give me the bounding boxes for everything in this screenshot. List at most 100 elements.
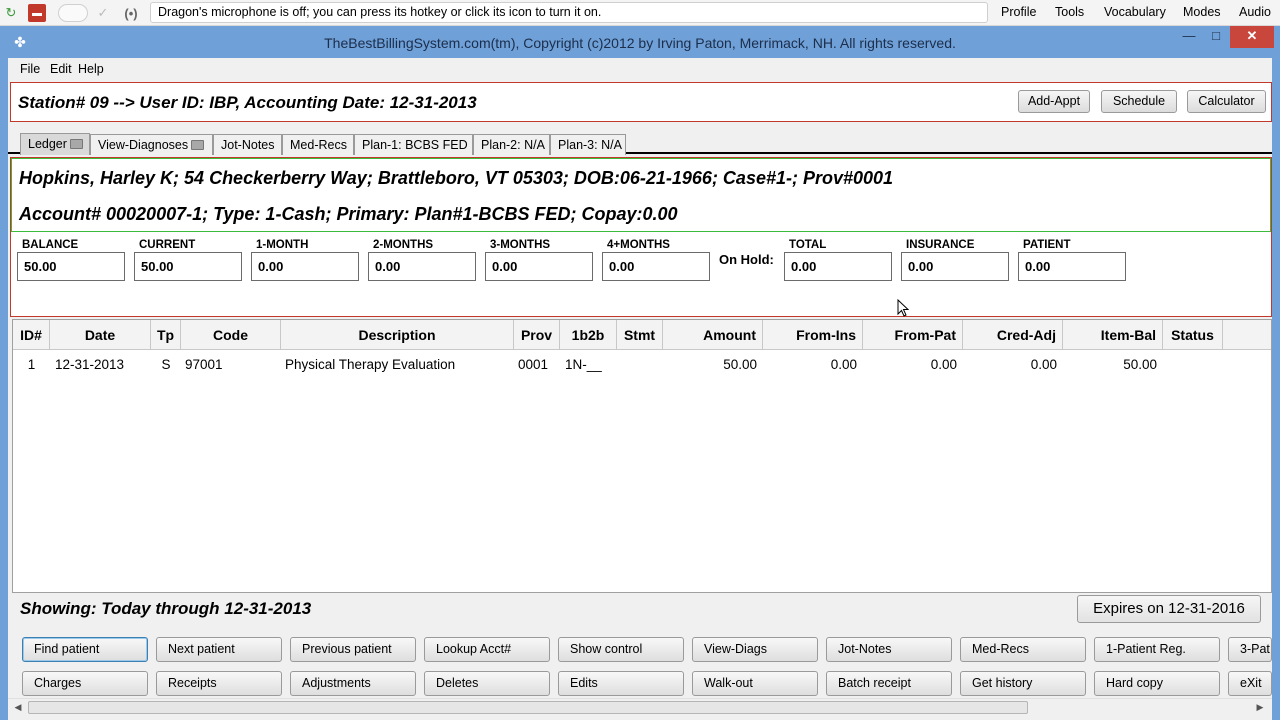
insurance-field[interactable]: 0.00 [901,252,1009,281]
tab-med-recs[interactable]: Med-Recs [282,134,354,155]
col-date[interactable]: Date [50,320,151,350]
col-amount[interactable]: Amount [663,320,763,350]
menu-help[interactable]: Help [78,62,104,76]
walk-out-button[interactable]: Walk-out [692,671,818,696]
col-cred-adj[interactable]: Cred-Adj [963,320,1063,350]
add-appt-button[interactable]: Add-Appt [1018,90,1090,113]
col-1b2b[interactable]: 1b2b [560,320,617,350]
col-item-bal[interactable]: Item-Bal [1063,320,1163,350]
balance-label: BALANCE [22,239,79,251]
dragon-menu-tools[interactable]: Tools [1055,0,1084,24]
med-recs-button[interactable]: Med-Recs [960,637,1086,662]
adjustments-button[interactable]: Adjustments [290,671,416,696]
patient-balance-field[interactable]: 0.00 [1018,252,1126,281]
cell-from-ins: 0.00 [830,357,857,372]
cell-id: 1 [27,357,36,372]
lookup-acct-button[interactable]: Lookup Acct# [424,637,550,662]
close-button[interactable]: ✕ [1230,26,1274,48]
checkmark-icon[interactable]: ✓ [96,4,110,22]
tab-jot-notes[interactable]: Jot-Notes [213,134,282,155]
folder-icon [69,139,83,149]
tab-plan-2[interactable]: Plan-2: N/A [473,134,550,155]
patient-reg-button[interactable]: 1-Patient Reg. [1094,637,1220,662]
maximize-button[interactable]: □ [1203,26,1229,48]
find-patient-button[interactable]: Find patient [22,637,148,662]
pat-button[interactable]: 3-Pat [1228,637,1272,662]
cell-tp: S [161,357,171,372]
edits-button[interactable]: Edits [558,671,684,696]
receipts-button[interactable]: Receipts [156,671,282,696]
menu-bar: File Edit Help [8,58,1272,80]
dragon-logo-icon[interactable]: ↻ [4,4,18,22]
window-title: TheBestBillingSystem.com(tm), Copyright … [324,35,956,51]
on-hold-label: On Hold: [719,252,774,267]
previous-patient-button[interactable]: Previous patient [290,637,416,662]
tab-view-diagnoses[interactable]: View-Diagnoses [90,134,213,155]
patient-panel: Hopkins, Harley K; 54 Checkerberry Way; … [10,157,1272,317]
cell-from-pat: 0.00 [930,357,957,372]
title-bar: ✤ TheBestBillingSystem.com(tm), Copyrigh… [0,26,1280,58]
scrollbar-thumb[interactable] [28,701,1028,714]
col-description[interactable]: Description [281,320,514,350]
tab-ledger[interactable]: Ledger [20,133,90,155]
four-plus-months-label: 4+MONTHS [607,239,670,251]
charges-button[interactable]: Charges [22,671,148,696]
speaker-icon[interactable]: (•) [122,4,140,22]
dragon-menu-profile[interactable]: Profile [1001,0,1036,24]
jot-notes-button[interactable]: Jot-Notes [826,637,952,662]
menu-edit[interactable]: Edit [50,62,72,76]
menu-file[interactable]: File [20,62,40,76]
tab-plan-1[interactable]: Plan-1: BCBS FED [354,134,473,155]
station-panel: Station# 09 --> User ID: IBP, Accounting… [10,82,1272,122]
get-history-button[interactable]: Get history [960,671,1086,696]
col-status[interactable]: Status [1163,320,1223,350]
dragon-menu-vocabulary[interactable]: Vocabulary [1104,0,1166,24]
showing-range: Showing: Today through 12-31-2013 [20,599,312,618]
deletes-button[interactable]: Deletes [424,671,550,696]
current-label: CURRENT [139,239,196,251]
patient-header: Hopkins, Harley K; 54 Checkerberry Way; … [11,158,1271,232]
scroll-right-icon[interactable]: ▶ [1252,700,1268,715]
total-field[interactable]: 0.00 [784,252,892,281]
scroll-left-icon[interactable]: ◀ [10,700,26,715]
microphone-off-icon[interactable]: ▬ [28,4,46,22]
cell-date: 12-31-2013 [55,357,125,372]
cell-amount: 50.00 [723,357,757,372]
total-label: TOTAL [789,239,827,251]
cell-prov: 0001 [518,357,549,372]
next-patient-button[interactable]: Next patient [156,637,282,662]
dragon-menu-modes[interactable]: Modes [1183,0,1221,24]
col-tp[interactable]: Tp [151,320,181,350]
view-diags-button[interactable]: View-Diags [692,637,818,662]
four-plus-months-field[interactable]: 0.00 [602,252,710,281]
hard-copy-button[interactable]: Hard copy [1094,671,1220,696]
col-prov[interactable]: Prov [514,320,560,350]
dragon-bar: ↻ ▬ ✓ (•) Dragon's microphone is off; yo… [0,0,1280,26]
calculator-button[interactable]: Calculator [1187,90,1266,113]
three-months-label: 3-MONTHS [490,239,551,251]
one-month-field[interactable]: 0.00 [251,252,359,281]
horizontal-scrollbar[interactable]: ◀ ▶ [8,698,1272,716]
show-control-button[interactable]: Show control [558,637,684,662]
balance-field[interactable]: 50.00 [17,252,125,281]
current-field[interactable]: 50.00 [134,252,242,281]
expires-button[interactable]: Expires on 12-31-2016 [1077,595,1261,623]
ledger-table: ID# Date Tp Code Description Prov 1b2b S… [12,319,1272,593]
dragon-menu-audio[interactable]: Audio [1239,0,1271,24]
patient-name-address: Hopkins, Harley K; 54 Checkerberry Way; … [19,168,894,188]
batch-receipt-button[interactable]: Batch receipt [826,671,952,696]
one-month-label: 1-MONTH [256,239,309,251]
exit-button[interactable]: eXit [1228,671,1272,696]
col-from-pat[interactable]: From-Pat [863,320,963,350]
two-months-field[interactable]: 0.00 [368,252,476,281]
client-area: File Edit Help Station# 09 --> User ID: … [8,58,1272,720]
tab-plan-3[interactable]: Plan-3: N/A [550,134,626,155]
mouse-cursor-icon [897,299,909,317]
col-code[interactable]: Code [181,320,281,350]
col-id[interactable]: ID# [13,320,50,350]
col-from-ins[interactable]: From-Ins [763,320,863,350]
schedule-button[interactable]: Schedule [1101,90,1177,113]
minimize-button[interactable]: — [1176,26,1202,48]
three-months-field[interactable]: 0.00 [485,252,593,281]
col-stmt[interactable]: Stmt [617,320,663,350]
